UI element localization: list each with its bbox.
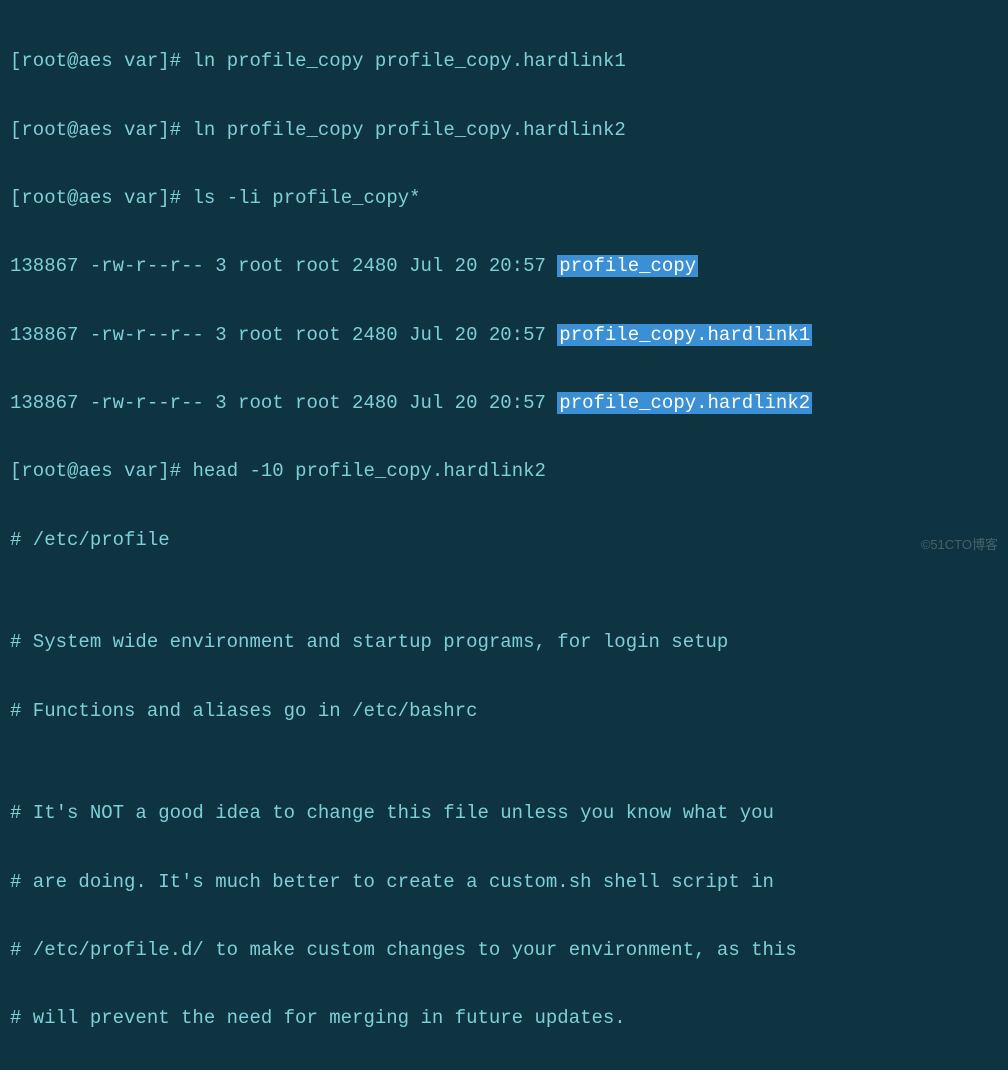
- prompt-user: root: [21, 187, 67, 209]
- prompt-dir: var: [124, 187, 158, 209]
- command-text: ln profile_copy profile_copy.hardlink2: [192, 119, 625, 141]
- file-stats: 138867 -rw-r--r-- 3 root root 2480 Jul 2…: [10, 324, 557, 346]
- prompt-open: [: [10, 50, 21, 72]
- head-output-line: # System wide environment and startup pr…: [10, 625, 998, 659]
- prompt-close: ]#: [158, 119, 181, 141]
- head-output-line: # are doing. It's much better to create …: [10, 865, 998, 899]
- ls-output-row-1: 138867 -rw-r--r-- 3 root root 2480 Jul 2…: [10, 249, 998, 283]
- prompt-user: root: [21, 50, 67, 72]
- prompt-close: ]#: [158, 187, 181, 209]
- prompt-open: [: [10, 187, 21, 209]
- prompt-at: @: [67, 50, 78, 72]
- prompt-open: [: [10, 119, 21, 141]
- command-line-1: [root@aes var]# ln profile_copy profile_…: [10, 44, 998, 78]
- prompt-dir: var: [124, 460, 158, 482]
- prompt-at: @: [67, 460, 78, 482]
- prompt-at: @: [67, 187, 78, 209]
- filename-highlighted: profile_copy.hardlink1: [557, 324, 812, 346]
- prompt-host: aes: [78, 119, 112, 141]
- file-stats: 138867 -rw-r--r-- 3 root root 2480 Jul 2…: [10, 392, 557, 414]
- command-text: ln profile_copy profile_copy.hardlink1: [192, 50, 625, 72]
- ls-output-row-3: 138867 -rw-r--r-- 3 root root 2480 Jul 2…: [10, 386, 998, 420]
- filename-highlighted: profile_copy: [557, 255, 698, 277]
- prompt-user: root: [21, 460, 67, 482]
- command-text: head -10 profile_copy.hardlink2: [192, 460, 545, 482]
- head-output-line: # /etc/profile: [10, 523, 998, 557]
- prompt-open: [: [10, 460, 21, 482]
- command-text: ls -li profile_copy*: [192, 187, 420, 209]
- prompt-dir: var: [124, 50, 158, 72]
- prompt-dir: var: [124, 119, 158, 141]
- command-line-4: [root@aes var]# head -10 profile_copy.ha…: [10, 454, 998, 488]
- command-line-2: [root@aes var]# ln profile_copy profile_…: [10, 113, 998, 147]
- prompt-close: ]#: [158, 460, 181, 482]
- prompt-at: @: [67, 119, 78, 141]
- prompt-host: aes: [78, 187, 112, 209]
- command-line-3: [root@aes var]# ls -li profile_copy*: [10, 181, 998, 215]
- prompt-host: aes: [78, 460, 112, 482]
- terminal-output[interactable]: [root@aes var]# ln profile_copy profile_…: [10, 10, 998, 1070]
- head-output-line: # Functions and aliases go in /etc/bashr…: [10, 694, 998, 728]
- prompt-close: ]#: [158, 50, 181, 72]
- head-output-line: # /etc/profile.d/ to make custom changes…: [10, 933, 998, 967]
- ls-output-row-2: 138867 -rw-r--r-- 3 root root 2480 Jul 2…: [10, 318, 998, 352]
- prompt-host: aes: [78, 50, 112, 72]
- filename-highlighted: profile_copy.hardlink2: [557, 392, 812, 414]
- file-stats: 138867 -rw-r--r-- 3 root root 2480 Jul 2…: [10, 255, 557, 277]
- head-output-line: # It's NOT a good idea to change this fi…: [10, 796, 998, 830]
- prompt-user: root: [21, 119, 67, 141]
- watermark-text: ©51CTO博客: [921, 533, 998, 556]
- head-output-line: # will prevent the need for merging in f…: [10, 1001, 998, 1035]
